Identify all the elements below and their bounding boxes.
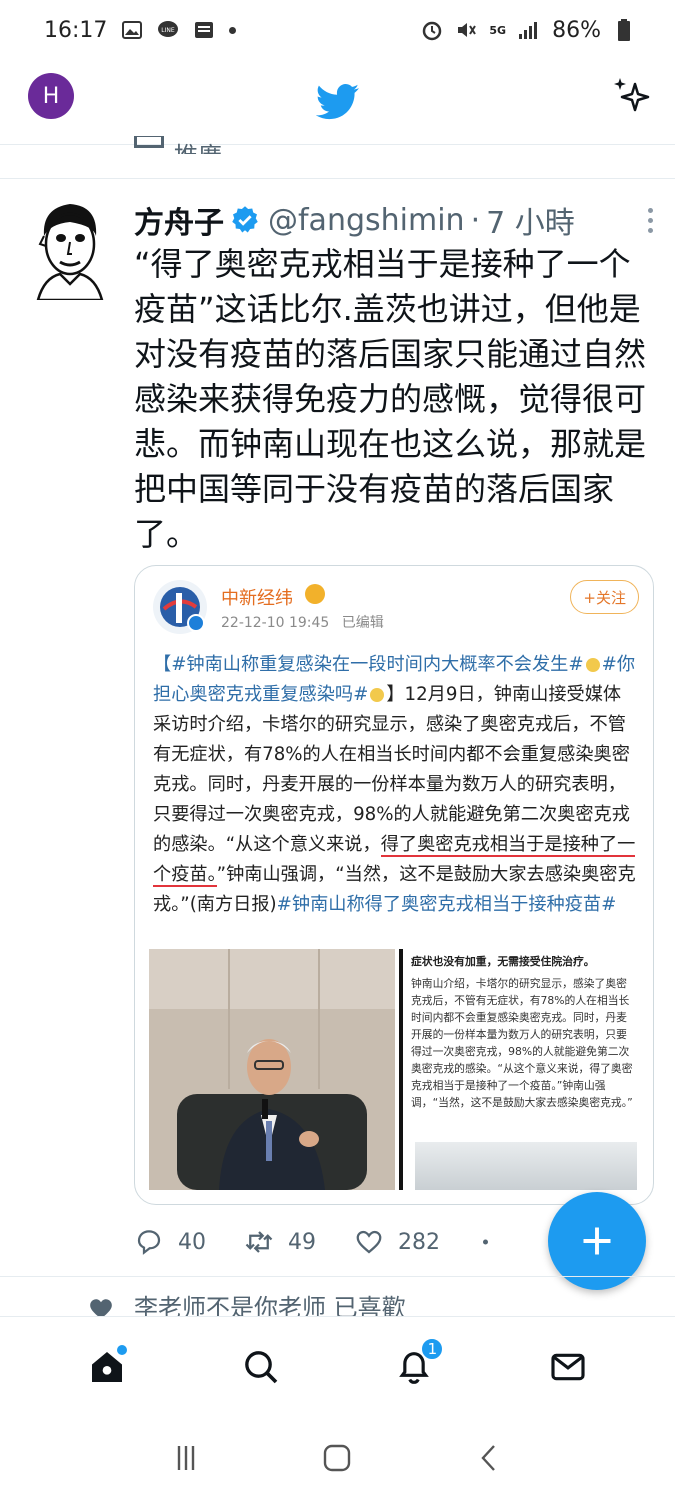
share-icon bbox=[483, 1239, 488, 1245]
reply-count: 40 bbox=[178, 1229, 206, 1255]
quoted-body-1: 】12月9日，钟南山接受媒体采访时介绍，卡塔尔的研究显示，感染了奥密克戎后，不管… bbox=[153, 684, 630, 855]
promoted-icon bbox=[134, 136, 164, 148]
liked-heart-icon bbox=[90, 1299, 112, 1316]
sparkle-icon[interactable] bbox=[611, 74, 653, 116]
verified-icon bbox=[232, 206, 258, 233]
status-time: 16:17 bbox=[44, 17, 108, 43]
share-button[interactable] bbox=[478, 1227, 508, 1257]
time-separator: · bbox=[470, 202, 481, 238]
nav-messages[interactable] bbox=[538, 1337, 598, 1397]
battery-level: 86% bbox=[552, 17, 601, 43]
next-tweet-social-context: 李老师不是你老师 已喜歡 bbox=[88, 1290, 406, 1316]
back-chevron-icon bbox=[481, 1445, 496, 1471]
author-avatar[interactable] bbox=[24, 196, 116, 300]
heart-icon bbox=[356, 1230, 382, 1254]
retweet-icon bbox=[245, 1231, 273, 1253]
tweet-header: 方舟子 @fangshimin · 7 小時 bbox=[134, 198, 655, 242]
more-notifications-dot bbox=[229, 26, 237, 34]
tweet-text: “得了奥密克戎相当于是接种了一个疫苗”这话比尔.盖茨也讲过，但他是对没有疫苗的落… bbox=[134, 245, 647, 553]
like-count: 282 bbox=[398, 1229, 440, 1255]
search-icon bbox=[244, 1350, 277, 1383]
reply-icon bbox=[137, 1230, 161, 1255]
hashtag-reinfection: 【#钟南山称重复感染在一段时间内大概率不会发生# bbox=[153, 654, 584, 675]
author-handle[interactable]: @fangshimin bbox=[268, 203, 465, 238]
screenshot-text: 钟南山介绍，卡塔尔的研究显示，感染了奥密克戎后，不管有无症状，有78%的人在相当… bbox=[411, 977, 633, 1109]
bottom-navigation: 1 bbox=[0, 1316, 675, 1416]
status-bar: 16:17 LINE 5G 86% bbox=[0, 0, 675, 60]
source-name: 中新经纬 bbox=[221, 588, 293, 609]
emoji-icon bbox=[370, 688, 385, 702]
quoted-media-card[interactable]: 中新经纬 22-12-10 19:45 已编辑 +关注 【#钟南山称重复感染在一… bbox=[134, 565, 654, 1205]
retweet-count: 49 bbox=[288, 1229, 316, 1255]
account-avatar[interactable]: H bbox=[28, 73, 74, 119]
svg-text:LINE: LINE bbox=[162, 27, 176, 34]
gallery-icon bbox=[121, 19, 143, 41]
nav-search[interactable] bbox=[231, 1337, 291, 1397]
reply-button[interactable]: 40 bbox=[134, 1227, 206, 1257]
mute-icon bbox=[455, 19, 477, 41]
top-app-bar: H bbox=[0, 60, 675, 144]
hashtag-vaccine: #钟南山称得了奥密克戎相当于接种疫苗# bbox=[276, 894, 617, 915]
screenshot-title: 症状也没有加重，无需接受住院治疗。 bbox=[411, 955, 595, 968]
alarm-icon bbox=[421, 19, 443, 41]
plus-icon bbox=[583, 1227, 611, 1255]
nav-home[interactable] bbox=[77, 1337, 137, 1397]
post-meta: 22-12-10 19:45 已编辑 bbox=[221, 612, 384, 632]
post-date: 22-12-10 19:45 bbox=[221, 615, 330, 631]
twitter-bird-icon[interactable] bbox=[315, 84, 360, 120]
like-button[interactable]: 282 bbox=[354, 1227, 440, 1257]
edited-label: 已编辑 bbox=[341, 615, 384, 631]
retweet-button[interactable]: 49 bbox=[244, 1227, 316, 1257]
press-photo bbox=[149, 949, 395, 1190]
promoted-label-clipped: 推廣 bbox=[134, 136, 222, 154]
medal-icon bbox=[305, 584, 325, 604]
tweet-time[interactable]: 7 小時 bbox=[486, 198, 575, 242]
battery-icon bbox=[613, 19, 635, 41]
article-screenshot: 症状也没有加重，无需接受住院治疗。 钟南山介绍，卡塔尔的研究显示，感染了奥密克戎… bbox=[399, 949, 643, 1190]
source-verified-icon bbox=[187, 614, 205, 632]
timeline-divider bbox=[0, 178, 675, 179]
emoji-icon bbox=[585, 658, 600, 672]
author-name[interactable]: 方舟子 bbox=[134, 198, 224, 242]
timeline-divider bbox=[0, 1276, 675, 1277]
follow-button: +关注 bbox=[570, 580, 639, 614]
line-app-icon: LINE bbox=[157, 19, 179, 41]
home-unread-dot bbox=[116, 1344, 127, 1355]
liked-by-text: 李老师不是你老师 已喜歡 bbox=[134, 1294, 406, 1316]
network-type: 5G bbox=[489, 23, 507, 37]
notification-badge: 1 bbox=[420, 1336, 445, 1361]
recents-icon bbox=[177, 1446, 195, 1470]
home-system-button[interactable] bbox=[317, 1438, 357, 1478]
signal-icon bbox=[518, 19, 540, 41]
screenshot-image bbox=[415, 1142, 637, 1190]
news-icon bbox=[193, 19, 215, 41]
nav-notifications[interactable]: 1 bbox=[384, 1336, 445, 1397]
back-button[interactable] bbox=[469, 1438, 509, 1478]
header-divider bbox=[0, 144, 675, 145]
mail-icon bbox=[551, 1353, 585, 1380]
quoted-post-text: 【#钟南山称重复感染在一段时间内大概率不会发生# #你担心奥密克戎重复感染吗# 】1… bbox=[153, 650, 639, 920]
home-square-icon bbox=[324, 1444, 351, 1472]
recent-apps-button[interactable] bbox=[166, 1438, 206, 1478]
more-options-icon[interactable] bbox=[645, 205, 655, 235]
system-navigation-bar bbox=[0, 1416, 675, 1500]
